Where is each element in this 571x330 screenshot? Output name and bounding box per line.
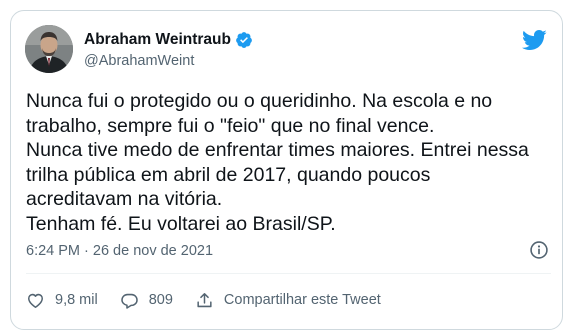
tweet-text: Nunca fui o protegido ou o queridinho. N… [26,89,551,237]
tweet-line: acreditavam na vitória. [26,188,223,211]
reply-count: 809 [148,292,173,308]
divider [26,273,551,274]
reply-button[interactable]: 809 [120,291,173,310]
like-button[interactable]: 9,8 mil [26,291,98,310]
display-name[interactable]: Abraham Weintraub [84,31,231,49]
twitter-bird-icon[interactable] [521,29,547,51]
tweet-card: Abraham Weintraub @AbrahamWeint Nunca fu… [10,10,563,330]
heart-icon [28,293,43,308]
avatar[interactable] [25,25,73,73]
info-icon[interactable] [529,240,549,260]
share-upload-icon [197,292,212,307]
tweet-line: trabalho, sempre fui o "feio" que no fin… [26,114,435,137]
handle[interactable]: @AbrahamWeint [84,53,253,69]
like-count: 9,8 mil [55,292,98,308]
tweet-timestamp[interactable]: 6:24 PM · 26 de nov de 2021 [26,243,213,259]
tweet-line: Tenham fé. Eu voltarei ao Brasil/SP. [26,212,336,235]
verified-badge-icon [236,32,252,48]
tweet-line: Nunca fui o protegido ou o queridinho. N… [26,90,493,112]
share-label: Compartilhar este Tweet [223,292,381,308]
user-avatar-photo [25,25,73,73]
share-button[interactable]: Compartilhar este Tweet [195,291,381,310]
tweet-line: trilha pública em abril de 2017, quando … [26,163,431,186]
tweet-line: Nunca tive medo de enfrentar times maior… [26,139,529,162]
tweet-meta: 6:24 PM · 26 de nov de 2021 [26,241,551,261]
author-info: Abraham Weintraub @AbrahamWeint [84,30,253,69]
reply-bubble-icon [120,293,138,309]
tweet-actions: 9,8 mil 809 Compartilhar este Tweet [26,289,403,311]
